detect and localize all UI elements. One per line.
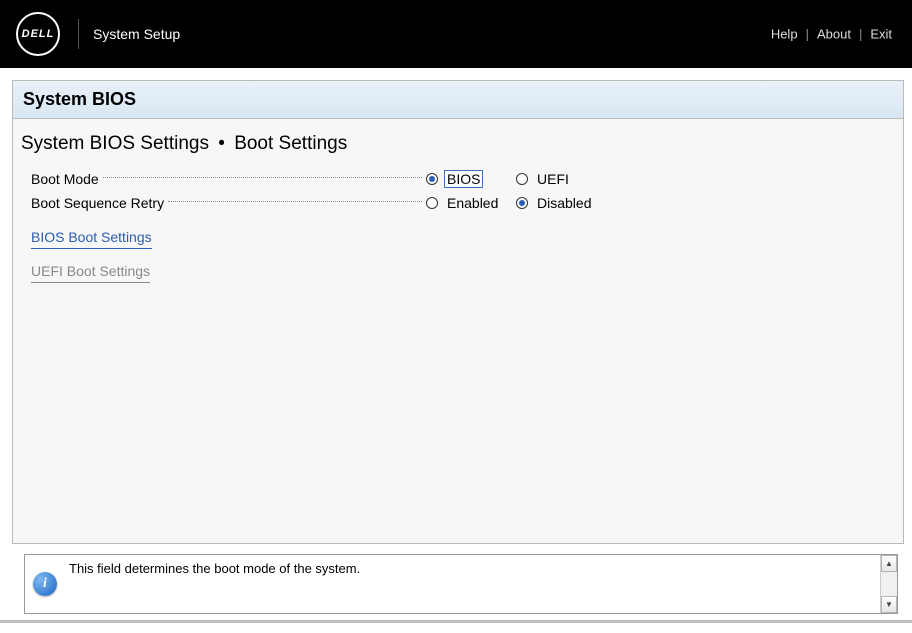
app-title: System Setup <box>93 26 180 42</box>
breadcrumb-separator: • <box>214 133 229 154</box>
top-bar: DELL System Setup Help | About | Exit <box>0 0 912 68</box>
bios-boot-settings-row: BIOS Boot Settings <box>31 229 885 249</box>
about-link[interactable]: About <box>813 27 855 42</box>
help-text: This field determines the boot mode of t… <box>65 555 880 613</box>
boot-seq-retry-enabled-label: Enabled <box>444 194 501 212</box>
breadcrumb-part-b: Boot Settings <box>234 133 347 154</box>
radio-icon <box>426 197 438 209</box>
radio-icon <box>426 173 438 185</box>
footer-divider <box>0 620 912 623</box>
bios-boot-settings-link[interactable]: BIOS Boot Settings <box>31 229 152 249</box>
boot-seq-retry-disabled-option[interactable]: Disabled <box>516 194 606 212</box>
boot-mode-label: Boot Mode <box>31 171 99 187</box>
panel-title: System BIOS <box>13 81 903 119</box>
scroll-up-button[interactable]: ▲ <box>881 555 897 572</box>
uefi-boot-settings-row: UEFI Boot Settings <box>31 263 885 283</box>
exit-link[interactable]: Exit <box>866 27 896 42</box>
brand-logo: DELL <box>16 12 60 56</box>
separator: | <box>855 27 866 42</box>
separator: | <box>802 27 813 42</box>
uefi-boot-settings-link: UEFI Boot Settings <box>31 263 150 283</box>
info-icon: i <box>33 572 57 596</box>
brand-text: DELL <box>22 28 55 40</box>
boot-mode-row: Boot Mode BIOS UEFI <box>31 167 885 191</box>
help-icon-wrap: i <box>25 555 65 613</box>
boot-mode-uefi-option[interactable]: UEFI <box>516 170 606 188</box>
radio-icon <box>516 173 528 185</box>
boot-seq-retry-row: Boot Sequence Retry Enabled Disabled <box>31 191 885 215</box>
boot-seq-retry-enabled-option[interactable]: Enabled <box>426 194 516 212</box>
setting-label-wrap: Boot Mode <box>31 171 426 187</box>
breadcrumb-part-a: System BIOS Settings <box>21 133 209 154</box>
leader-dots <box>168 201 422 202</box>
radio-icon <box>516 197 528 209</box>
boot-seq-retry-radio-group: Enabled Disabled <box>426 194 606 212</box>
boot-mode-bios-option[interactable]: BIOS <box>426 170 516 188</box>
breadcrumb: System BIOS Settings • Boot Settings <box>13 119 903 163</box>
help-scrollbar: ▲ ▼ <box>880 555 897 613</box>
settings-body: Boot Mode BIOS UEFI Boot Sequence Retry <box>13 163 903 543</box>
scroll-down-button[interactable]: ▼ <box>881 596 897 613</box>
boot-mode-uefi-label: UEFI <box>534 170 572 188</box>
topbar-right: Help | About | Exit <box>767 27 896 42</box>
main-panel: System BIOS System BIOS Settings • Boot … <box>12 80 904 544</box>
boot-mode-radio-group: BIOS UEFI <box>426 170 606 188</box>
leader-dots <box>103 177 422 178</box>
boot-seq-retry-label: Boot Sequence Retry <box>31 195 164 211</box>
boot-mode-bios-label: BIOS <box>444 170 483 188</box>
vertical-separator <box>78 19 79 49</box>
help-link[interactable]: Help <box>767 27 802 42</box>
boot-seq-retry-disabled-label: Disabled <box>534 194 594 212</box>
help-panel: i This field determines the boot mode of… <box>24 554 898 614</box>
setting-label-wrap: Boot Sequence Retry <box>31 195 426 211</box>
